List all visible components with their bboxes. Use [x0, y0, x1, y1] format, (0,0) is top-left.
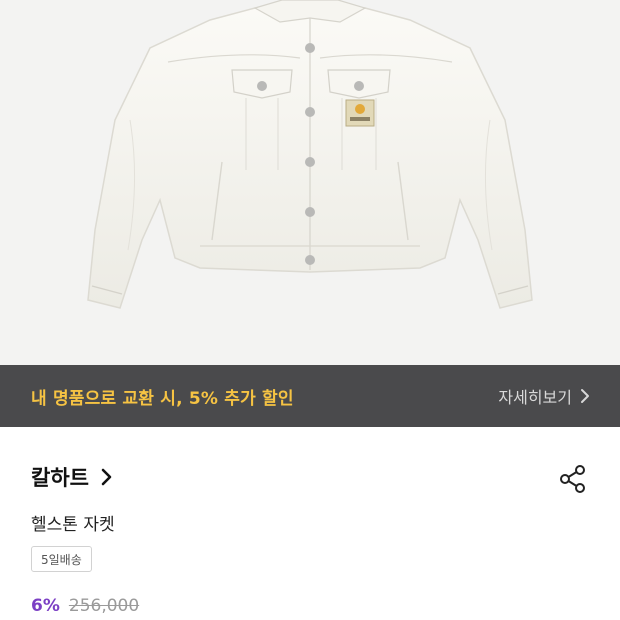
chevron-right-icon — [581, 389, 589, 403]
original-price: 256,000 — [68, 596, 140, 616]
share-icon[interactable] — [558, 464, 588, 494]
promo-banner[interactable]: 내 명품으로 교환 시, 5% 추가 할인 자세히보기 — [0, 365, 620, 427]
shipping-badge: 5일배송 — [31, 546, 92, 572]
denim-jacket-image — [87, 0, 533, 309]
promo-details-label: 자세히보기 — [498, 388, 572, 407]
brand-name: 칼하트 — [31, 466, 89, 490]
product-name: 헬스톤 자켓 — [31, 515, 115, 535]
chevron-right-icon — [101, 468, 112, 486]
brand-link[interactable]: 칼하트 — [31, 462, 113, 492]
promo-details-link[interactable]: 자세히보기 — [498, 384, 590, 408]
promo-text: 내 명품으로 교환 시, 5% 추가 할인 — [31, 388, 294, 409]
discount-rate: 6% — [31, 596, 60, 616]
product-image[interactable] — [0, 0, 620, 365]
price-row: 6% 256,000 — [31, 596, 139, 616]
